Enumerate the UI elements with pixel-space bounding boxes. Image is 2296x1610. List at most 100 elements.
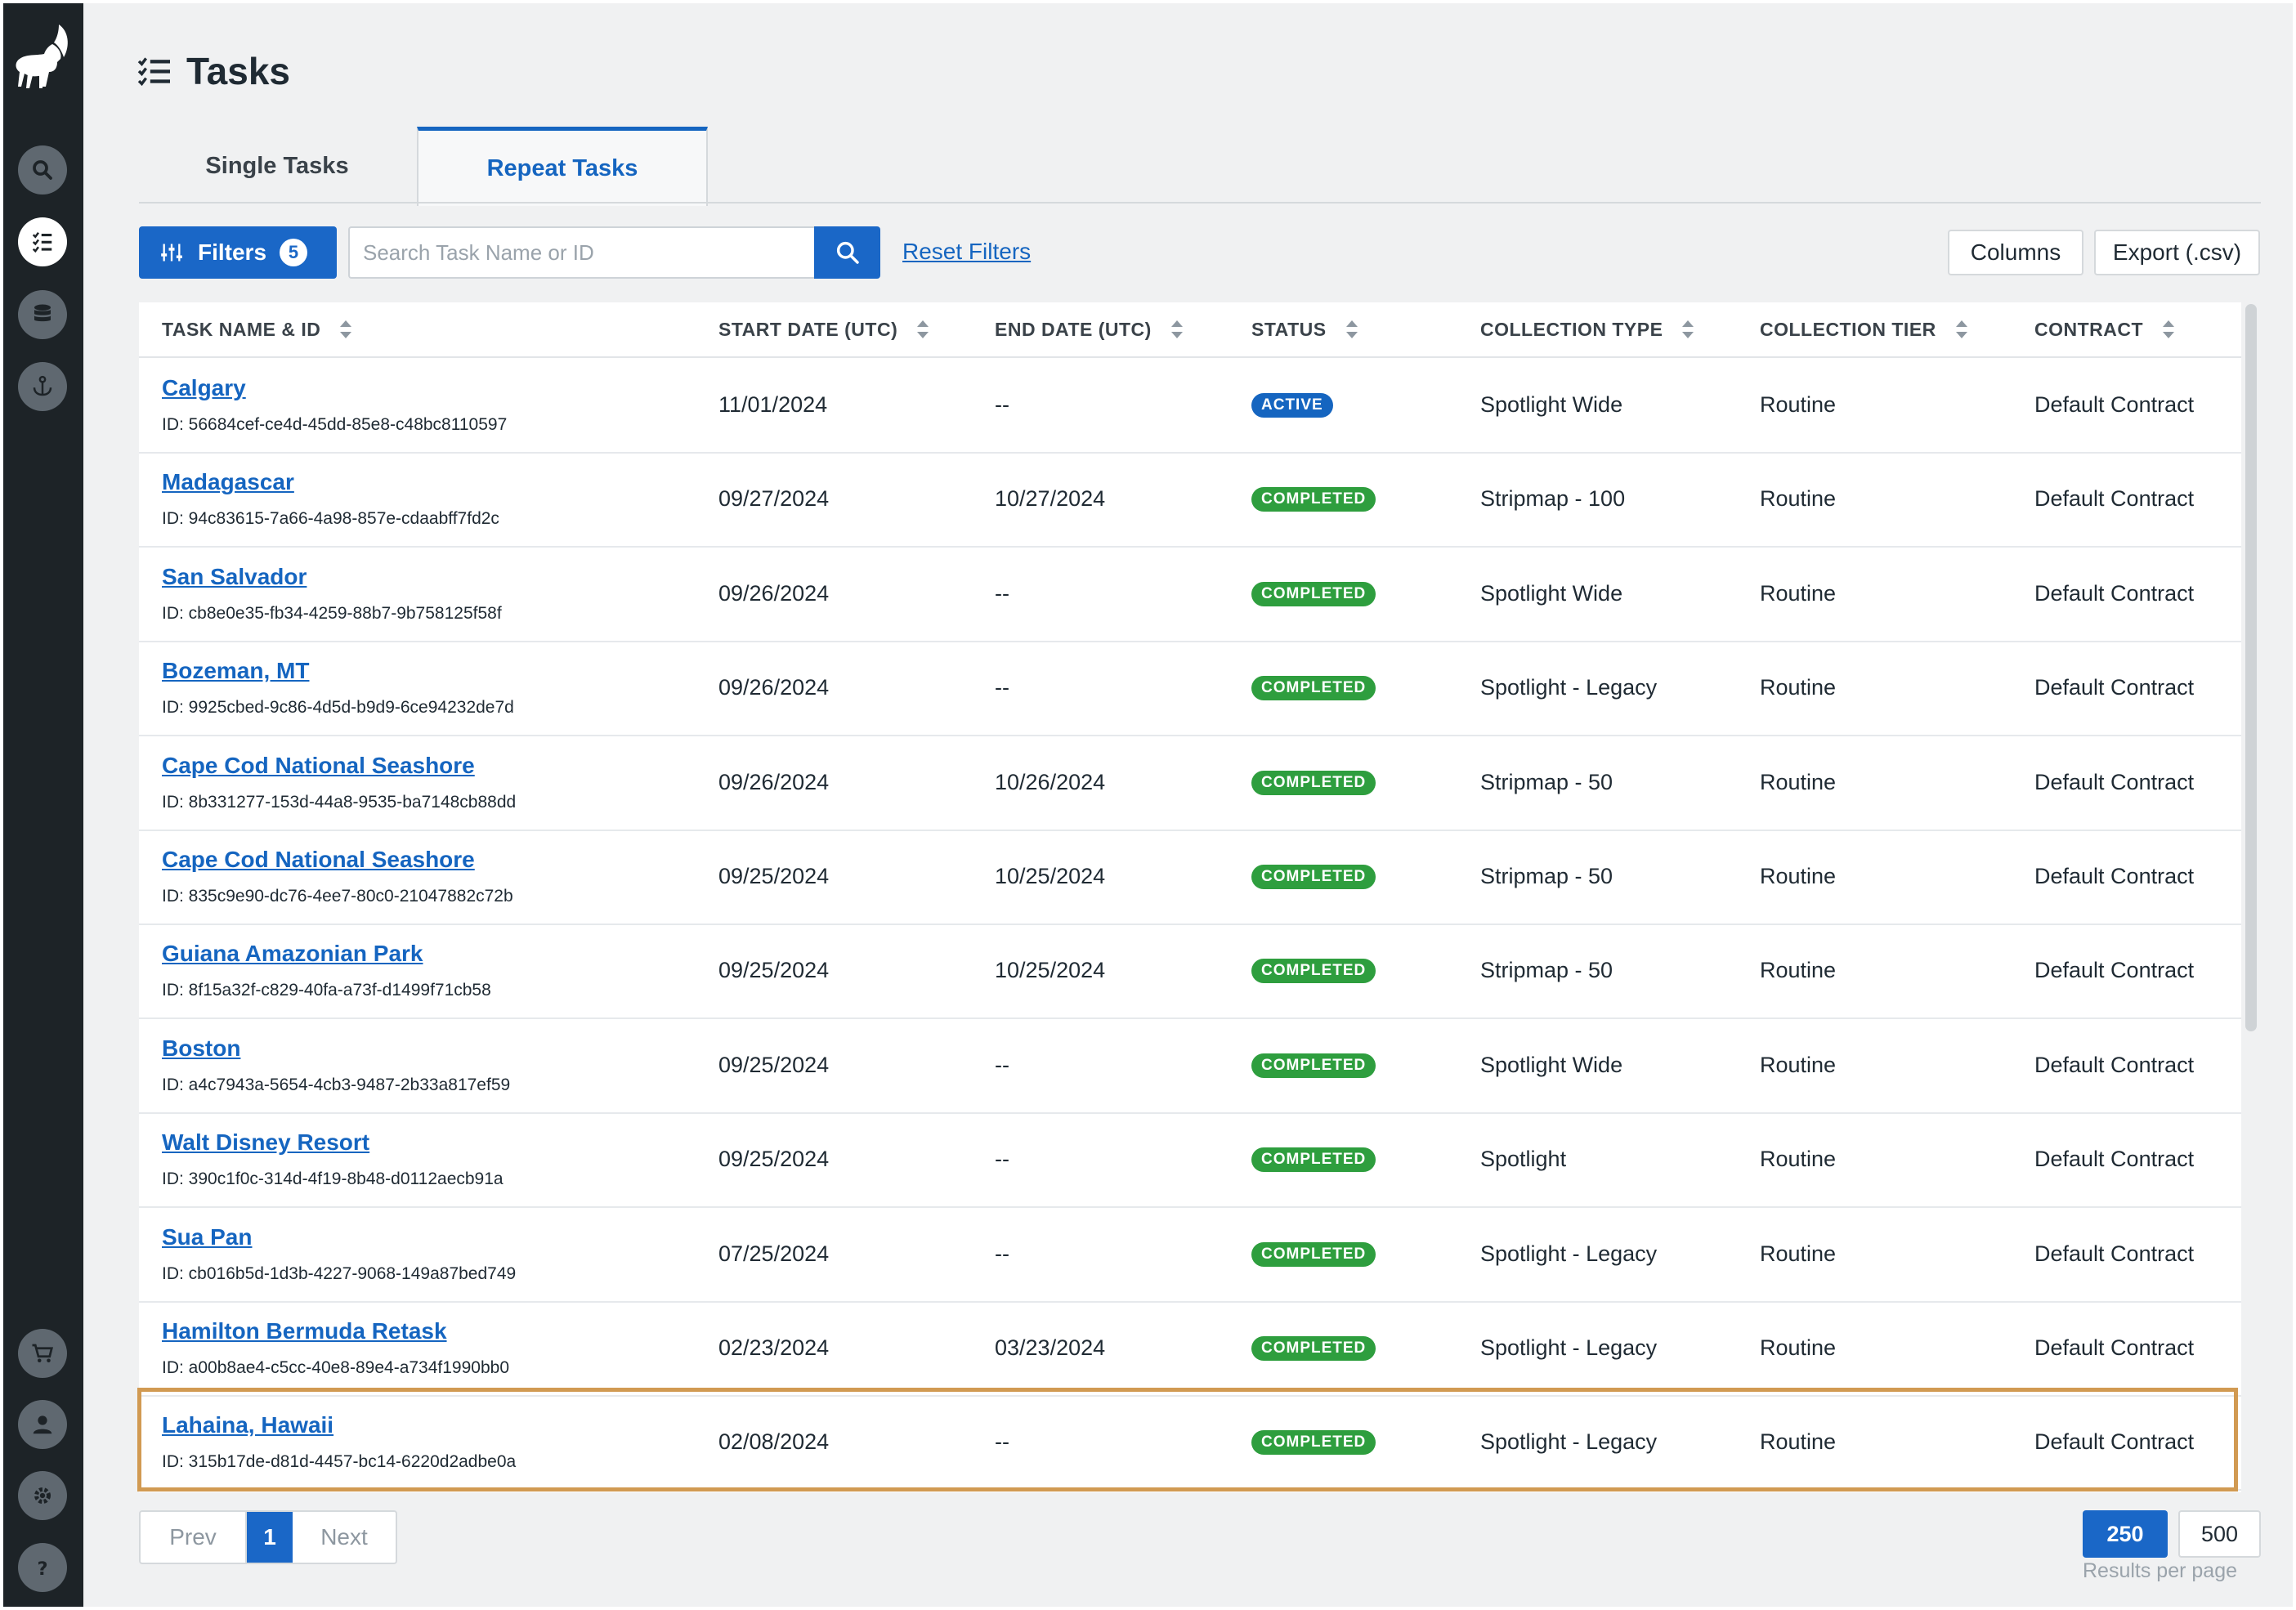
task-name-link[interactable]: Cape Cod National Seashore <box>162 753 475 779</box>
start-date-cell: 09/25/2024 <box>718 958 830 983</box>
task-name-link[interactable]: Boston <box>162 1035 240 1062</box>
sort-icon[interactable] <box>340 320 352 338</box>
start-date-cell: 07/25/2024 <box>718 1241 830 1266</box>
table-row[interactable]: Bozeman, MT ID: 9925cbed-9c86-4d5d-b9d9-6… <box>139 641 2241 737</box>
tab-repeat-tasks[interactable]: Repeat Tasks <box>417 127 708 206</box>
task-name-link[interactable]: Sua Pan <box>162 1224 252 1250</box>
end-date-cell: 10/25/2024 <box>995 958 1106 983</box>
sidebar-help-button[interactable]: ? <box>18 1543 67 1592</box>
table-row[interactable]: Walt Disney Resort ID: 390c1f0c-314d-4f19… <box>139 1112 2241 1209</box>
help-icon: ? <box>37 1559 47 1580</box>
column-header-contract[interactable]: CONTRACT <box>2034 302 2175 356</box>
start-date-cell: 02/08/2024 <box>718 1429 830 1455</box>
task-name-link[interactable]: Cape Cod National Seashore <box>162 847 475 873</box>
end-date-cell: -- <box>995 1241 1009 1266</box>
sidebar-settings-button[interactable] <box>18 1471 67 1520</box>
gear-icon <box>34 1487 51 1504</box>
sort-icon[interactable] <box>1955 320 1967 338</box>
status-badge: COMPLETED <box>1251 1241 1376 1267</box>
collection-type-cell: Spotlight - Legacy <box>1480 1429 1658 1455</box>
table-row[interactable]: Sua Pan ID: cb016b5d-1d3b-4227-9068-149a8… <box>139 1207 2241 1303</box>
end-date-cell: 03/23/2024 <box>995 1335 1106 1360</box>
sort-icon[interactable] <box>2163 320 2175 338</box>
column-header-end-date[interactable]: END DATE (UTC) <box>995 302 1183 356</box>
sidebar-user-button[interactable] <box>18 1400 67 1449</box>
columns-button[interactable]: Columns <box>1948 230 2083 275</box>
sidebar-cart-button[interactable] <box>18 1329 67 1378</box>
task-name-link[interactable]: Walt Disney Resort <box>162 1129 369 1156</box>
collection-tier-cell: Routine <box>1760 392 1837 417</box>
status-badge: COMPLETED <box>1251 770 1376 795</box>
export-csv-button[interactable]: Export (.csv) <box>2094 230 2260 275</box>
task-list-icon <box>32 232 52 253</box>
collection-type-cell: Spotlight Wide <box>1480 392 1623 417</box>
collection-type-cell: Spotlight Wide <box>1480 1052 1623 1077</box>
table-row[interactable]: Guiana Amazonian Park ID: 8f15a32f-c829-4… <box>139 924 2241 1020</box>
start-date-cell: 09/25/2024 <box>718 864 830 888</box>
table-row[interactable]: San Salvador ID: cb8e0e35-fb34-4259-88b7-… <box>139 547 2241 642</box>
task-name-link[interactable]: Bozeman, MT <box>162 658 309 684</box>
filters-button[interactable]: Filters 5 <box>139 226 337 279</box>
task-name-link[interactable]: Lahaina, Hawaii <box>162 1412 333 1438</box>
contract-cell: Default Contract <box>2034 392 2195 417</box>
collection-tier-cell: Routine <box>1760 1335 1837 1360</box>
filter-sliders-icon <box>161 244 182 262</box>
end-date-cell: 10/27/2024 <box>995 486 1106 512</box>
table-row[interactable]: Lahaina, Hawaii ID: 315b17de-d81d-4457-bc… <box>139 1395 2241 1491</box>
task-id: ID: a00b8ae4-c5cc-40e8-89e4-a734f1990bb0 <box>162 1358 509 1377</box>
contract-cell: Default Contract <box>2034 1052 2195 1077</box>
table-row[interactable]: Calgary ID: 56684cef-ce4d-45dd-85e8-c48bc… <box>139 358 2241 454</box>
search-icon <box>33 160 52 180</box>
task-name-link[interactable]: Madagascar <box>162 469 294 495</box>
table-row[interactable]: Cape Cod National Seashore ID: 8b331277-1… <box>139 736 2241 831</box>
task-name-link[interactable]: San Salvador <box>162 564 307 590</box>
ibex-logo[interactable] <box>11 21 72 103</box>
collection-type-cell: Stripmap - 50 <box>1480 769 1613 794</box>
prev-page-button[interactable]: Prev <box>141 1512 247 1563</box>
search-button[interactable] <box>814 226 880 279</box>
sidebar-tasks-button[interactable] <box>18 217 67 266</box>
table-row[interactable]: Cape Cod National Seashore ID: 835c9e90-d… <box>139 830 2241 925</box>
column-header-start-date[interactable]: START DATE (UTC) <box>718 302 929 356</box>
user-icon <box>33 1415 52 1434</box>
search-input[interactable] <box>348 226 814 279</box>
reset-filters-link[interactable]: Reset Filters <box>902 239 1031 265</box>
status-badge: COMPLETED <box>1251 676 1376 701</box>
next-page-button[interactable]: Next <box>293 1512 396 1563</box>
status-badge: COMPLETED <box>1251 1430 1376 1456</box>
filters-label: Filters <box>198 239 267 265</box>
end-date-cell: -- <box>995 392 1009 417</box>
sidebar-anchor-button[interactable] <box>18 362 67 411</box>
sidebar-search-button[interactable] <box>18 145 67 195</box>
per-page-250-button[interactable]: 250 <box>2083 1510 2168 1558</box>
contract-cell: Default Contract <box>2034 1335 2195 1360</box>
page-number-button[interactable]: 1 <box>247 1512 293 1563</box>
cart-icon <box>32 1344 54 1362</box>
task-name-link[interactable]: Guiana Amazonian Park <box>162 941 423 967</box>
column-header-status[interactable]: STATUS <box>1251 302 1358 356</box>
start-date-cell: 09/25/2024 <box>718 1147 830 1172</box>
column-header-collection-tier[interactable]: COLLECTION TIER <box>1760 302 1967 356</box>
task-id: ID: 8b331277-153d-44a8-9535-ba7148cb88dd <box>162 792 517 812</box>
table-row[interactable]: Hamilton Bermuda Retask ID: a00b8ae4-c5cc… <box>139 1301 2241 1397</box>
tab-single-tasks[interactable]: Single Tasks <box>139 129 415 203</box>
task-name-link[interactable]: Hamilton Bermuda Retask <box>162 1318 447 1344</box>
collection-type-cell: Stripmap - 50 <box>1480 958 1613 983</box>
column-header-task-name[interactable]: TASK NAME & ID <box>162 302 352 356</box>
sidebar-database-button[interactable] <box>18 290 67 339</box>
status-badge: ACTIVE <box>1251 393 1333 418</box>
sort-icon[interactable] <box>917 320 929 338</box>
sort-icon[interactable] <box>1345 320 1358 338</box>
task-id: ID: 390c1f0c-314d-4f19-8b48-d0112aecb91a <box>162 1169 504 1189</box>
column-header-collection-type[interactable]: COLLECTION TYPE <box>1480 302 1694 356</box>
task-id: ID: 315b17de-d81d-4457-bc14-6220d2adbe0a <box>162 1452 517 1472</box>
sort-icon[interactable] <box>1170 320 1183 338</box>
collection-type-cell: Spotlight - Legacy <box>1480 1335 1658 1360</box>
table-row[interactable]: Madagascar ID: 94c83615-7a66-4a98-857e-cd… <box>139 452 2241 548</box>
svg-text:?: ? <box>37 1559 47 1580</box>
task-name-link[interactable]: Calgary <box>162 375 246 401</box>
sort-icon[interactable] <box>1682 320 1694 338</box>
table-scrollbar[interactable] <box>2245 304 2257 1031</box>
table-row[interactable]: Boston ID: a4c7943a-5654-4cb3-9487-2b33a8… <box>139 1018 2241 1114</box>
per-page-500-button[interactable]: 500 <box>2178 1510 2261 1558</box>
